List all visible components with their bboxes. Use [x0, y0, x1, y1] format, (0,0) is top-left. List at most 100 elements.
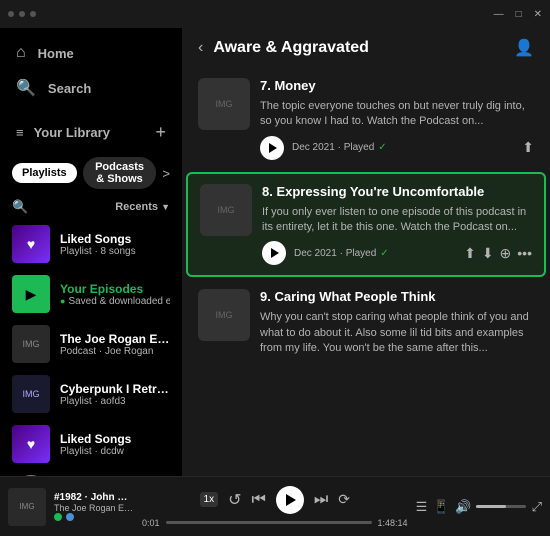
titlebar: — □ ✕: [0, 0, 550, 28]
play-icon: [286, 494, 296, 506]
speed-button[interactable]: 1x: [200, 492, 219, 507]
list-item[interactable]: ▶ Your Episodes ● Saved & downloaded ep.…: [0, 269, 182, 319]
library-item-name: Your Episodes: [60, 282, 170, 296]
episode-item-highlighted: IMG 8. Expressing You're Uncomfortable I…: [186, 172, 546, 278]
library-item-sub: Playlist · 8 songs: [60, 246, 170, 257]
player-subtitle: The Joe Rogan Experi...: [54, 503, 134, 513]
episode-meta: Dec 2021 · Played ✓: [292, 142, 387, 153]
close-button[interactable]: ✕: [534, 9, 542, 20]
cyberpunk-thumb: IMG: [12, 375, 50, 413]
download-icon[interactable]: ⬇: [482, 245, 494, 262]
progress-bar[interactable]: [166, 521, 372, 524]
filter-tab-arrow[interactable]: >: [162, 166, 170, 181]
rogan-thumb: IMG: [12, 325, 50, 363]
skip-forward-button[interactable]: ⏭: [314, 491, 328, 509]
profile-icon[interactable]: 👤: [514, 38, 534, 58]
titlebar-dot-1: [8, 11, 14, 17]
episode-desc: The topic everyone touches on but never …: [260, 99, 534, 130]
liked-songs-thumb: ♥: [12, 225, 50, 263]
episode-title: 9. Caring What People Think: [260, 289, 534, 306]
episode-item: IMG 9. Caring What People Think Why you …: [186, 279, 546, 372]
episode-meta: Dec 2021 · Played ✓: [294, 248, 389, 259]
queue-icon[interactable]: ☰: [416, 499, 428, 515]
maximize-button[interactable]: □: [516, 9, 522, 20]
volume-bar[interactable]: [476, 505, 526, 508]
player-title: #1982 · John He...: [54, 492, 134, 503]
list-item[interactable]: IMG The Joe Rogan Experie... Podcast · J…: [0, 319, 182, 369]
main-play-button[interactable]: [276, 486, 304, 514]
status-dot-green: [54, 513, 62, 521]
repeat-button[interactable]: ⟳: [338, 491, 350, 508]
downloaded-icon: ●: [60, 296, 65, 306]
titlebar-controls: — □ ✕: [494, 9, 542, 20]
play-icon: [271, 248, 279, 258]
episode-actions: ⬆: [522, 139, 534, 156]
sidebar-search-row: 🔍 Recents ▼: [0, 195, 182, 219]
check-icon: ✓: [380, 248, 388, 259]
volume-icon[interactable]: 🔊: [455, 499, 471, 515]
fullscreen-icon[interactable]: ⤢: [532, 499, 542, 515]
player-track-info: #1982 · John He... The Joe Rogan Experi.…: [54, 492, 134, 521]
list-item[interactable]: IMG Cyberpunk I Retro Future Playlist · …: [0, 369, 182, 419]
device-icon[interactable]: 📱: [433, 499, 449, 515]
sidebar-search-icon[interactable]: 🔍: [12, 199, 28, 215]
library-list: ♥ Liked Songs Playlist · 8 songs ▶ Your …: [0, 219, 182, 476]
player-controls: 1x ↺ ⏮ ⏭ ⟳: [200, 486, 351, 514]
episode-desc: If you only ever listen to one episode o…: [262, 205, 532, 236]
episode-footer: Dec 2021 · Played ✓ ⬆: [260, 136, 534, 160]
library-item-sub: Playlist · dcdw: [60, 446, 170, 457]
sidebar: ⌂ Home 🔍 Search ≡ Your Library + Playlis…: [0, 28, 182, 476]
time-total: 1:48:14: [378, 518, 408, 528]
library-item-sub: ● Saved & downloaded ep...: [60, 296, 170, 307]
volume-row: 🔊: [455, 499, 525, 515]
add-library-button[interactable]: +: [155, 122, 166, 143]
liked2-thumb: ♥: [12, 425, 50, 463]
library-item-name: Liked Songs: [60, 432, 170, 446]
sidebar-library-header: ≡ Your Library +: [0, 114, 182, 151]
library-item-name: The Joe Rogan Experie...: [60, 332, 170, 346]
library-icon: ≡: [16, 125, 24, 140]
sidebar-nav: ⌂ Home 🔍 Search: [0, 28, 182, 114]
play-button[interactable]: [260, 136, 284, 160]
share-icon[interactable]: ⬆: [522, 139, 534, 156]
status-dot-blue: [66, 513, 74, 521]
back-button[interactable]: ‹: [198, 39, 203, 57]
episodes-thumb: ▶: [12, 275, 50, 313]
more-icon[interactable]: •••: [517, 245, 532, 261]
recents-label[interactable]: Recents ▼: [115, 201, 170, 213]
share-icon[interactable]: ⬆: [464, 245, 476, 262]
episode-footer: Dec 2021 · Played ✓ ⬆ ⬇ ⊕ •••: [262, 241, 532, 265]
library-item-sub: Podcast · Joe Rogan: [60, 346, 170, 357]
time-current: 0:01: [142, 518, 160, 528]
rewind-button[interactable]: ↺: [228, 490, 241, 510]
player-status: [54, 513, 134, 521]
episode-actions: ⬆ ⬇ ⊕ •••: [464, 245, 532, 262]
list-item[interactable]: ♥ Liked Songs Playlist · dcdw: [0, 419, 182, 469]
content-area: ‹ Aware & Aggravated 👤 IMG 7. Money The …: [182, 28, 550, 476]
player-thumbnail: IMG: [8, 488, 46, 526]
sidebar-item-home[interactable]: ⌂ Home: [0, 36, 182, 70]
titlebar-dots: [8, 11, 36, 17]
filter-tab-playlists[interactable]: Playlists: [12, 163, 77, 183]
sidebar-item-search[interactable]: 🔍 Search: [0, 70, 182, 106]
recents-arrow-icon: ▼: [161, 202, 170, 212]
content-header: ‹ Aware & Aggravated 👤: [182, 28, 550, 68]
skip-back-button[interactable]: ⏮: [251, 491, 265, 509]
library-item-name: Cyberpunk I Retro Future: [60, 382, 170, 396]
list-item[interactable]: TS Taylor Swift Artist: [0, 469, 182, 476]
sidebar-item-home-label: Home: [38, 46, 74, 61]
titlebar-dot-2: [19, 11, 25, 17]
library-item-sub: Playlist · aofd3: [60, 396, 170, 407]
minimize-button[interactable]: —: [494, 9, 504, 20]
filter-tab-podcasts[interactable]: Podcasts & Shows: [83, 157, 157, 189]
play-button[interactable]: [262, 241, 286, 265]
player-center: 1x ↺ ⏮ ⏭ ⟳ 0:01 1:48:14: [142, 486, 408, 528]
player-right: ☰ 📱 🔊 ⤢: [416, 499, 542, 515]
episode-thumb: IMG: [198, 289, 250, 341]
episode-item: IMG 7. Money The topic everyone touches …: [186, 68, 546, 170]
add-icon[interactable]: ⊕: [500, 245, 512, 262]
list-item[interactable]: ♥ Liked Songs Playlist · 8 songs: [0, 219, 182, 269]
home-icon: ⌂: [16, 44, 26, 62]
player-bar: IMG #1982 · John He... The Joe Rogan Exp…: [0, 476, 550, 536]
page-title: Aware & Aggravated: [213, 39, 369, 57]
